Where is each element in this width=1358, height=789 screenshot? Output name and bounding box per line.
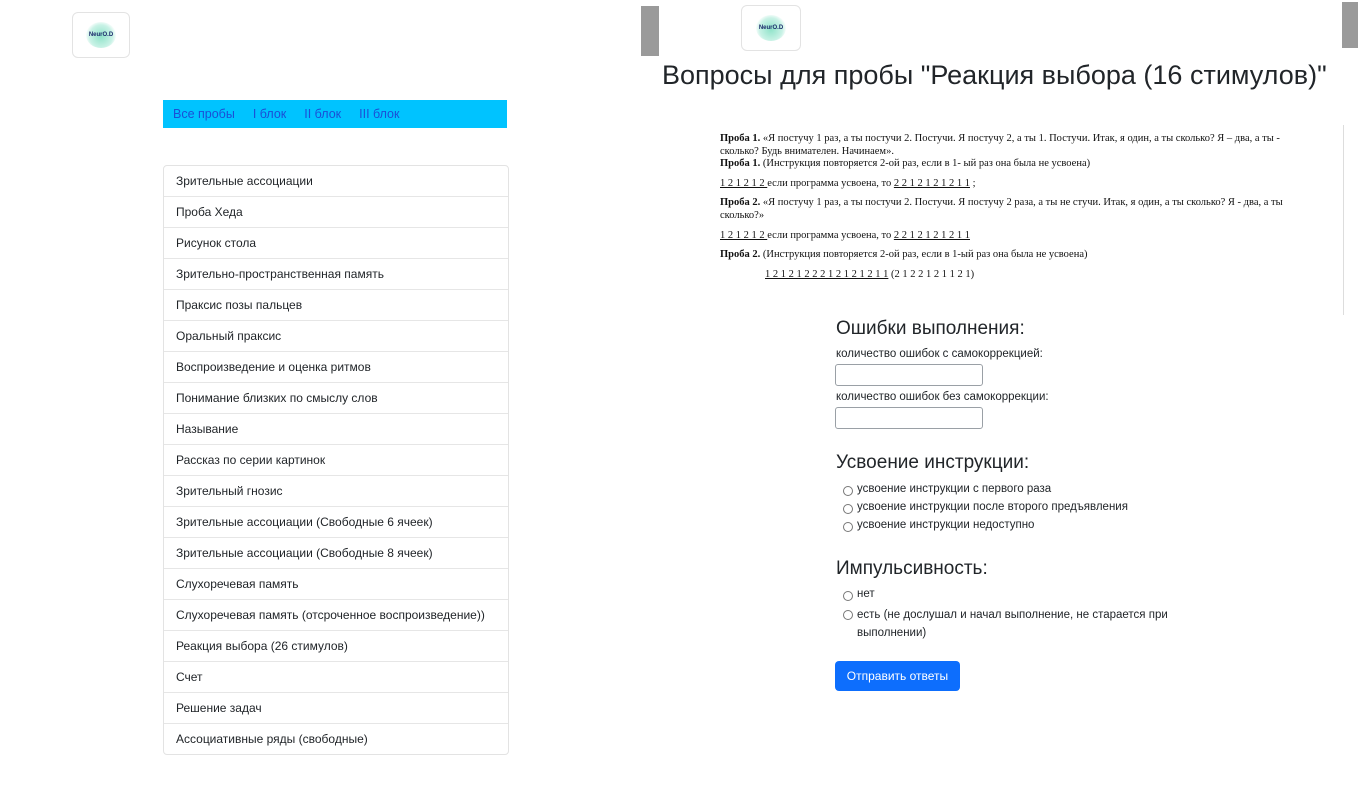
list-item[interactable]: Зрительные ассоциации (Свободные 6 ячеек… <box>164 506 508 537</box>
list-item[interactable]: Зрительно-пространственная память <box>164 258 508 289</box>
instruction-paragraph: Проба 1. «Я постучу 1 раз, а ты постучи … <box>720 133 1310 171</box>
sequence-line: 1 2 1 2 1 2 2 2 1 2 1 2 1 2 1 1 (2 1 2 2… <box>720 269 1310 282</box>
list-item[interactable]: Зрительные ассоциации (Свободные 8 ячеек… <box>164 537 508 568</box>
list-item[interactable]: Решение задач <box>164 692 508 723</box>
impulsivity-option-no[interactable]: нет <box>843 588 875 601</box>
sequence-line: 1 2 1 2 1 2 если программа усвоена, то 2… <box>720 230 1310 243</box>
errors-heading: Ошибки выполнения: <box>836 318 1025 339</box>
impulsivity-heading: Импульсивность: <box>836 558 988 579</box>
list-item[interactable]: Слухоречевая память (отсроченное воспрои… <box>164 599 508 630</box>
learning-option-second[interactable]: усвоение инструкции после второго предъя… <box>843 501 1128 514</box>
sequence-values-alt: (2 1 2 2 1 2 1 1 2 1) <box>888 268 975 280</box>
page-title: Вопросы для пробы "Реакция выбора (16 ст… <box>662 60 1327 90</box>
sequence-values: 2 2 1 2 1 2 1 2 1 1 <box>893 229 970 241</box>
learning-option-first[interactable]: усвоение инструкции с первого раза <box>843 483 1051 496</box>
list-item[interactable]: Ассоциативные ряды (свободные) <box>164 723 508 754</box>
list-item[interactable]: Проба Хеда <box>164 196 508 227</box>
instruction-text-body: «Я постучу 1 раз, а ты постучи 2. Постуч… <box>720 197 1283 221</box>
instruction-text: Проба 1. «Я постучу 1 раз, а ты постучи … <box>720 133 1310 288</box>
errors-with-correction-label: количество ошибок с самокоррекцией: <box>836 348 1043 360</box>
radio-icon[interactable] <box>843 486 853 496</box>
radio-label: нет <box>857 588 875 600</box>
list-item[interactable]: Рассказ по серии картинок <box>164 444 508 475</box>
sequence-values: 1 2 1 2 1 2 2 2 1 2 1 2 1 2 1 1 <box>765 268 889 280</box>
block-navbar: Все пробы I блок II блок III блок <box>163 100 507 128</box>
logo-image: NeurO.D <box>86 22 116 48</box>
sequence-text: если программа усвоена, то <box>767 229 894 241</box>
errors-with-correction-input[interactable] <box>835 364 983 386</box>
list-item[interactable]: Счет <box>164 661 508 692</box>
sequence-line: 1 2 1 2 1 2 если программа усвоена, то 2… <box>720 178 1310 191</box>
test-label: Проба 1. <box>720 158 761 170</box>
radio-label: есть (не дослушал и начал выполнение, не… <box>857 609 1168 639</box>
radio-icon[interactable] <box>843 591 853 601</box>
radio-icon[interactable] <box>843 610 853 620</box>
list-item[interactable]: Рисунок стола <box>164 227 508 258</box>
radio-icon[interactable] <box>843 504 853 514</box>
instruction-paragraph: Проба 2. (Инструкция повторяется 2-ой ра… <box>720 249 1310 262</box>
test-label: Проба 2. <box>720 249 761 261</box>
learning-heading: Усвоение инструкции: <box>836 452 1030 473</box>
sequence-text: если программа усвоена, то <box>767 177 894 189</box>
sequence-values: 2 2 1 2 1 2 1 2 1 1 <box>893 177 970 189</box>
errors-without-correction-input[interactable] <box>835 407 983 429</box>
test-label: Проба 2. <box>720 197 761 209</box>
list-item[interactable]: Зрительный гнозис <box>164 475 508 506</box>
cropped-edge-fragment <box>641 6 659 56</box>
nav-block-2[interactable]: II блок <box>304 107 341 121</box>
nav-block-1[interactable]: I блок <box>253 107 286 121</box>
impulsivity-option-yes[interactable]: есть (не дослушал и начал выполнение, не… <box>843 607 1203 643</box>
list-item[interactable]: Зрительные ассоциации <box>164 166 508 196</box>
radio-label: усвоение инструкции после второго предъя… <box>857 501 1128 513</box>
list-item[interactable]: Праксис позы пальцев <box>164 289 508 320</box>
scrollbar[interactable] <box>1343 125 1358 315</box>
nav-all-tests[interactable]: Все пробы <box>173 107 235 121</box>
list-item[interactable]: Слухоречевая память <box>164 568 508 599</box>
test-label: Проба 1. <box>720 133 761 144</box>
nav-block-3[interactable]: III блок <box>359 107 399 121</box>
radio-label: усвоение инструкции с первого раза <box>857 483 1052 495</box>
cropped-edge-fragment <box>1342 2 1358 48</box>
list-item[interactable]: Называние <box>164 413 508 444</box>
sequence-values: 1 2 1 2 1 2 <box>720 177 768 189</box>
tests-list: Зрительные ассоциации Проба Хеда Рисунок… <box>163 165 509 755</box>
instruction-paragraph: Проба 2. «Я постучу 1 раз, а ты постучи … <box>720 197 1310 222</box>
list-item[interactable]: Оральный праксис <box>164 320 508 351</box>
radio-label: усвоение инструкции недоступно <box>857 519 1035 531</box>
logo-image: NeurO.D <box>756 15 786 41</box>
list-item[interactable]: Понимание близких по смыслу слов <box>164 382 508 413</box>
errors-without-correction-label: количество ошибок без самокоррекции: <box>836 391 1049 403</box>
submit-answers-button[interactable]: Отправить ответы <box>835 661 960 691</box>
sequence-values: 1 2 1 2 1 2 <box>720 229 768 241</box>
logo[interactable]: NeurO.D <box>72 12 130 58</box>
sequence-text: ; <box>969 177 976 189</box>
list-item[interactable]: Реакция выбора (26 стимулов) <box>164 630 508 661</box>
radio-icon[interactable] <box>843 522 853 532</box>
logo[interactable]: NeurO.D <box>741 5 801 51</box>
instruction-text-body: (Инструкция повторяется 2-ой раз, если в… <box>760 158 1091 170</box>
instruction-text-body: (Инструкция повторяется 2-ой раз, если в… <box>760 249 1088 261</box>
list-item[interactable]: Воспроизведение и оценка ритмов <box>164 351 508 382</box>
learning-option-unavailable[interactable]: усвоение инструкции недоступно <box>843 519 1034 532</box>
instruction-text-body: «Я постучу 1 раз, а ты постучи 2. Постуч… <box>720 133 1280 157</box>
